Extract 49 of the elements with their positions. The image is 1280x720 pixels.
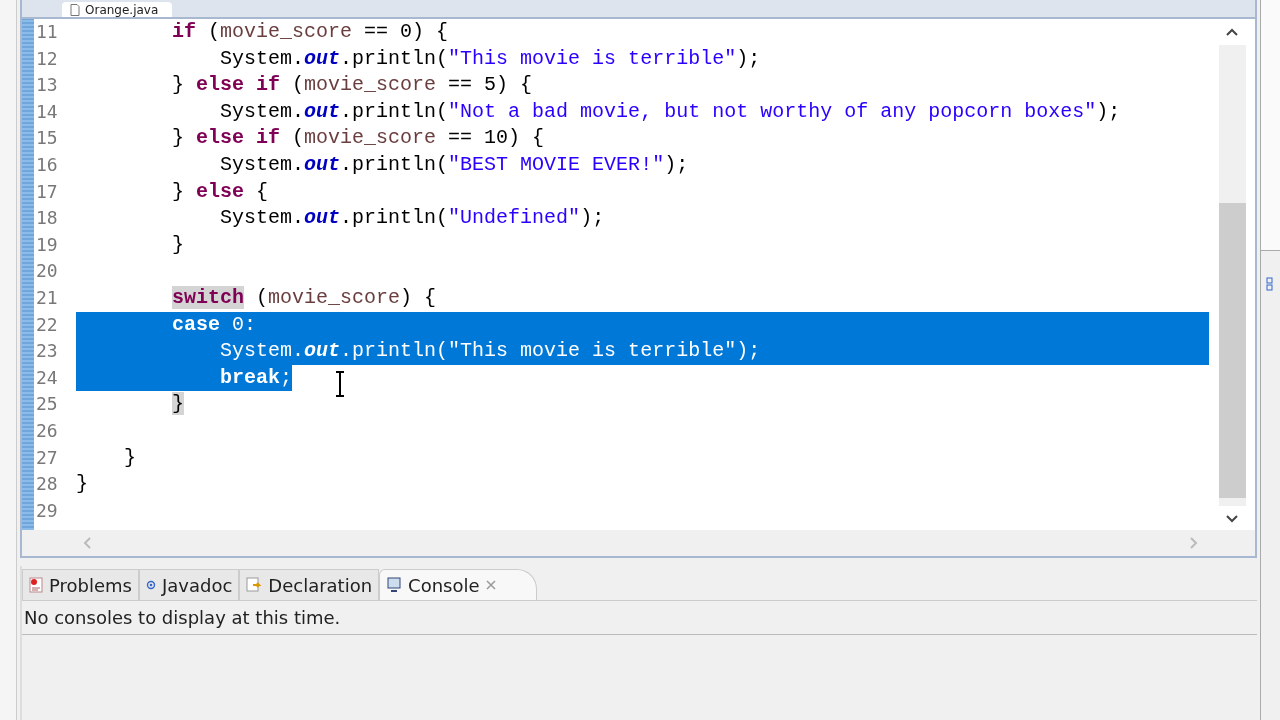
line-number: 28 (36, 472, 59, 497)
line-number: 26 (36, 418, 59, 443)
panel-tab[interactable]: Problems (22, 569, 139, 600)
line-number: 14 (36, 99, 59, 124)
line-number: 11 (36, 20, 59, 44)
code-line: } else if (movie_score == 5) { (171, 72, 533, 99)
console-message: No consoles to display at this time. (22, 601, 1257, 635)
line-number: 25 (36, 392, 59, 417)
line-number: 23 (36, 339, 59, 364)
scroll-up-icon[interactable] (1225, 27, 1239, 37)
file-tab[interactable]: Orange.java (62, 2, 173, 17)
text-cursor-icon (335, 371, 345, 397)
code-line: } else { (171, 178, 269, 205)
scroll-right-icon[interactable] (1189, 536, 1199, 550)
code-line: System.out.println("Undefined"); (219, 205, 605, 232)
code-line: if (movie_score == 0) { (171, 19, 449, 45)
panel-tab[interactable]: Console (379, 569, 537, 600)
line-number: 15 (36, 126, 59, 151)
line-number: 21 (36, 285, 59, 310)
code-line: System.out.println("BEST MOVIE EVER!"); (219, 151, 689, 178)
code-line: switch (movie_score) { (171, 284, 437, 311)
code-line: } (76, 471, 88, 498)
code-line: System.out.println("Not a bad movie, but not worthy of any popcorn boxes"); (219, 98, 1121, 125)
code-line: System.out.println("This movie is terrible"); (219, 45, 761, 72)
code-line: } (171, 231, 185, 258)
outline-icon[interactable] (1266, 276, 1276, 292)
close-icon[interactable] (485, 580, 496, 590)
scroll-left-icon[interactable] (82, 536, 92, 550)
line-number: 13 (36, 73, 59, 98)
scroll-down-icon[interactable] (1225, 514, 1239, 524)
line-number: 16 (36, 152, 59, 177)
line-number: 22 (36, 312, 59, 337)
problems-icon (29, 577, 43, 593)
line-number: 27 (36, 445, 59, 470)
code-line: } else if (movie_score == 10) { (171, 125, 545, 152)
line-number: 17 (36, 179, 59, 204)
file-icon (70, 3, 80, 16)
scrollbar-thumb[interactable] (1218, 203, 1246, 498)
console-icon (386, 577, 403, 593)
line-number: 18 (36, 206, 59, 231)
line-number: 24 (36, 365, 59, 390)
declaration-icon (246, 577, 263, 593)
panel-tab[interactable]: Declaration (239, 569, 380, 600)
line-number: 12 (36, 46, 59, 71)
line-number: 19 (36, 232, 59, 257)
line-number: 20 (36, 259, 59, 284)
code-line: } (123, 444, 137, 471)
panel-tab[interactable]: Javadoc (138, 569, 240, 600)
line-number: 29 (36, 498, 59, 523)
